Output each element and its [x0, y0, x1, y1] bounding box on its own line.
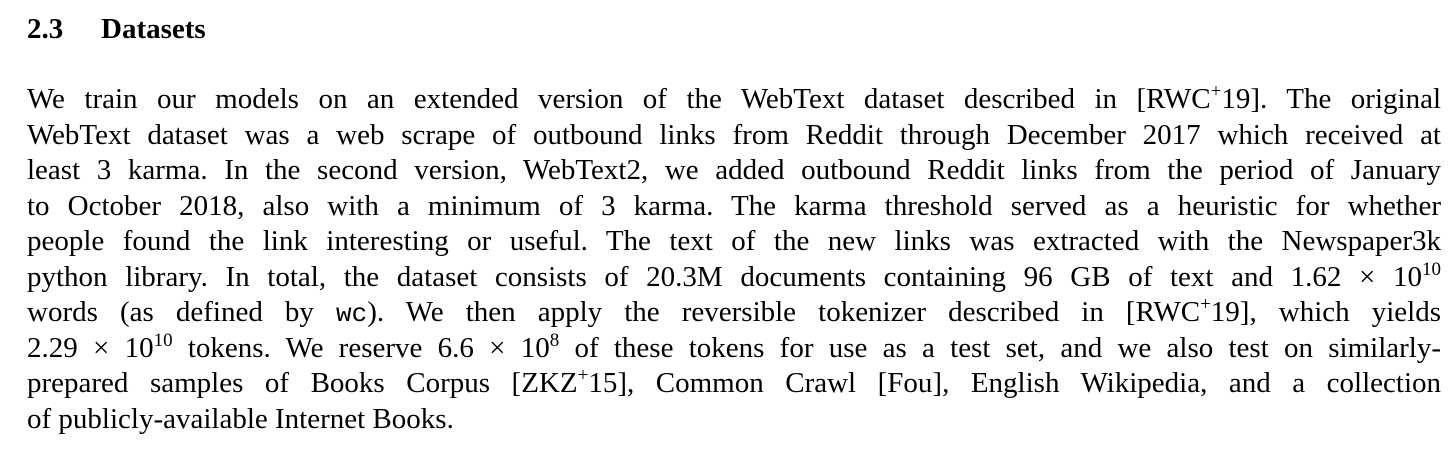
text-run: words (as defined by — [27, 296, 336, 328]
paragraph-line: of publicly-available Internet Books. — [27, 402, 454, 435]
text-run: prepared samples of Books Corpus [ZKZ — [27, 367, 578, 399]
text-run: 19], which yields — [1210, 296, 1441, 328]
paragraph-line: WebText dataset was a web scrape of outb… — [27, 118, 1441, 151]
body-paragraph: We train our models on an extended versi… — [27, 82, 1441, 437]
text-run: of these tokens for use as a test set, a… — [559, 331, 1441, 364]
section-title: Datasets — [101, 13, 206, 45]
section-heading: 2.3 Datasets — [27, 10, 206, 48]
paragraph-line: 2.29 × 1010 tokens. We reserve 6.6 × 108… — [27, 331, 1441, 367]
superscript: 8 — [549, 329, 560, 351]
paragraph-line: prepared samples of Books Corpus [ZKZ+15… — [27, 366, 1441, 402]
inline-code: wc — [336, 299, 368, 329]
text-run: tokens. We reserve 6.6 × 10 — [172, 331, 550, 364]
superscript: + — [1200, 294, 1211, 315]
paragraph-line: words (as defined by wc). We then apply … — [27, 295, 1441, 331]
text-run: 2.29 × 10 — [27, 331, 154, 364]
superscript: + — [577, 365, 589, 386]
superscript: 10 — [1422, 258, 1441, 280]
superscript: + — [1210, 81, 1222, 102]
superscript: 10 — [153, 329, 173, 351]
text-run: ). We then apply the reversible tokenize… — [367, 296, 1201, 328]
section-number: 2.3 — [27, 13, 64, 45]
paragraph-line: python library. In total, the dataset co… — [27, 260, 1441, 296]
text-run: 15], Common Crawl [Fou], English Wikiped… — [588, 367, 1441, 399]
paragraph-line: people found the link interesting or use… — [27, 225, 1441, 257]
text-run: python library. In total, the dataset co… — [27, 260, 1422, 293]
paragraph-line: to October 2018, also with a minimum of … — [27, 189, 1441, 222]
paragraph-line: We train our models on an extended versi… — [27, 82, 1441, 118]
paragraph-line: least 3 karma. In the second version, We… — [27, 154, 1441, 186]
text-run: We train our models on an extended versi… — [27, 83, 1211, 115]
text-run: 19]. The original — [1221, 83, 1442, 115]
